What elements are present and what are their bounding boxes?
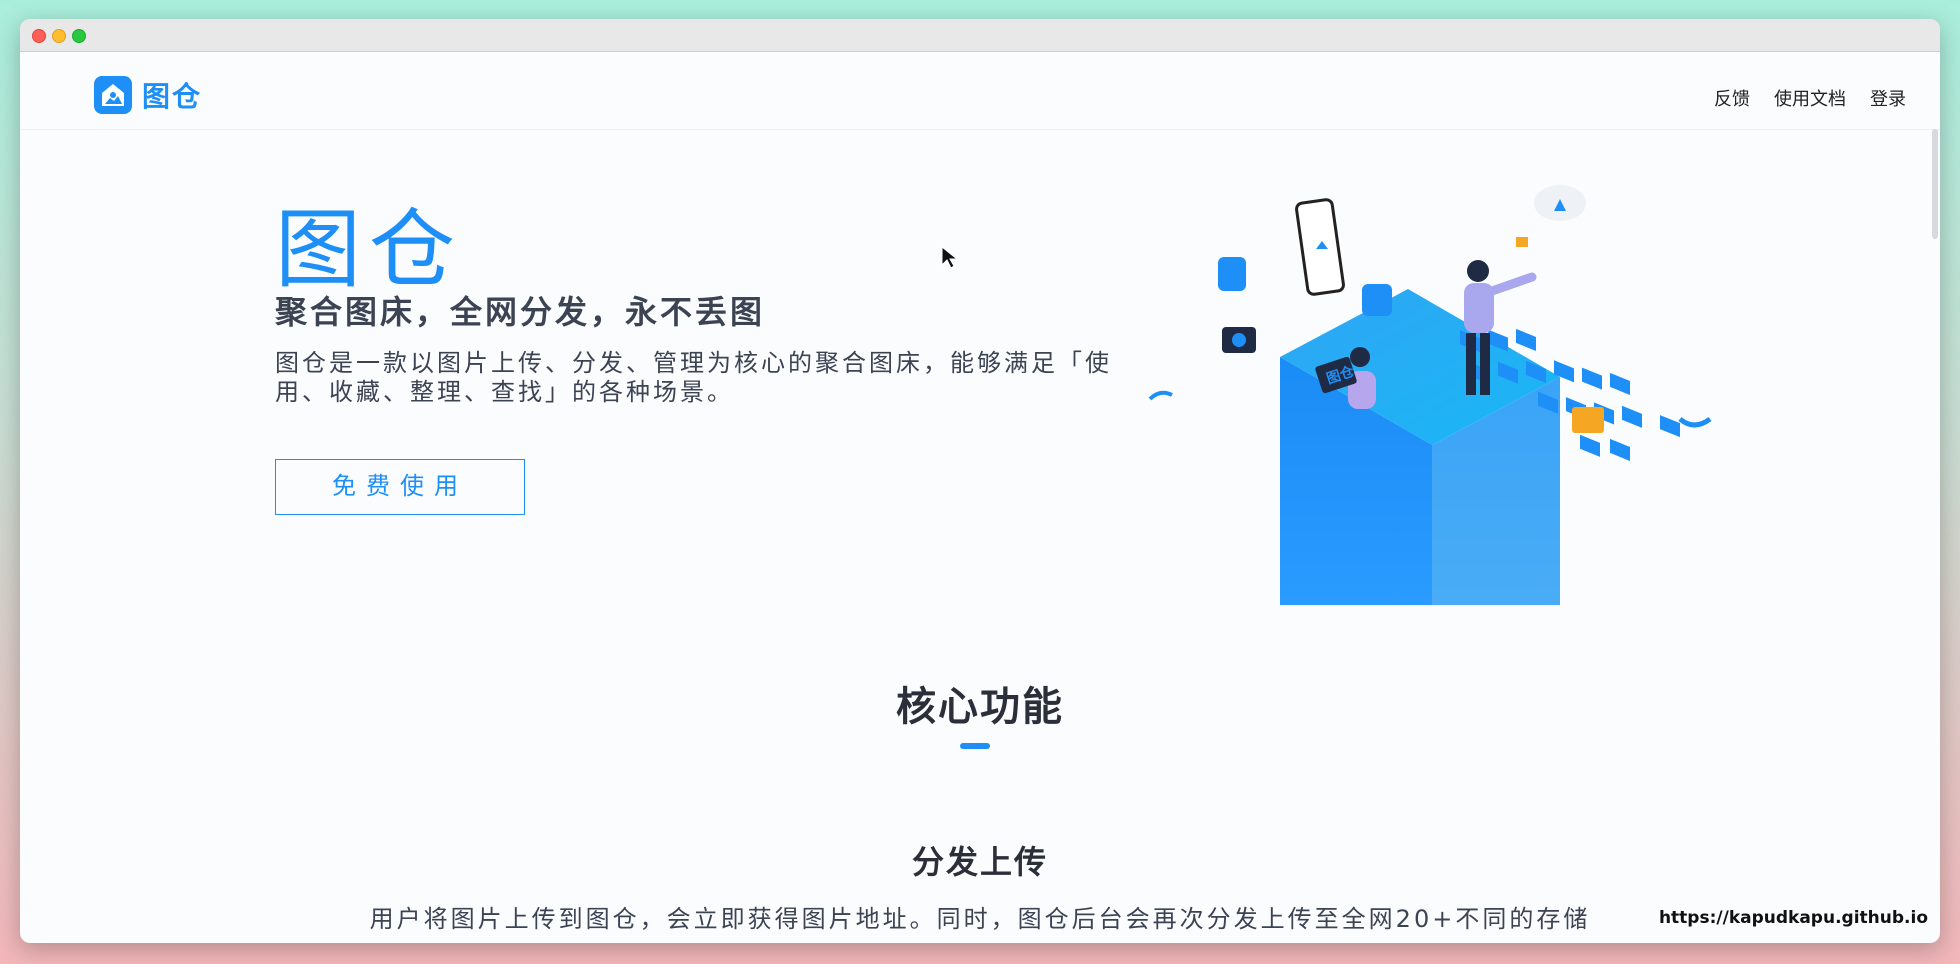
logo-text: 图仓 (142, 80, 203, 113)
free-use-button[interactable]: 免费使用 (275, 459, 525, 515)
minimize-window-button[interactable] (52, 29, 66, 43)
watermark-url: https://kapudkapu.github.io (1658, 908, 1928, 928)
nav-login-link[interactable]: 登录 (1870, 85, 1906, 111)
page-scrollbar[interactable] (1932, 129, 1938, 239)
users-bubble-icon (1362, 284, 1392, 316)
hero-illustration: 图仓 (1148, 185, 1712, 605)
nav-links: 反馈 使用文档 登录 (1714, 85, 1906, 111)
phone-icon (1295, 198, 1345, 296)
site-logo[interactable]: 图仓 (94, 75, 202, 115)
folder-small-icon (1516, 237, 1528, 247)
refresh-arrow-icon (1148, 390, 1173, 401)
core-features-title: 核心功能 (896, 684, 1064, 730)
maximize-window-button[interactable] (72, 29, 86, 43)
window-titlebar (20, 19, 1940, 52)
nav-feedback-link[interactable]: 反馈 (1714, 85, 1750, 111)
browser-window: 图仓 反馈 使用文档 登录 图仓 聚合图床，全网分发，永不丢图 图仓是一款以图片… (20, 19, 1940, 943)
feature-title: 分发上传 (911, 843, 1048, 881)
refresh-arrow-icon (1678, 416, 1712, 428)
feature-description: 用户将图片上传到图仓，会立即获得图片地址。同时，图仓后台会再次分发上传至全网20… (369, 905, 1591, 933)
top-navbar: 图仓 反馈 使用文档 登录 (20, 53, 1940, 130)
section-title-underline (960, 743, 990, 749)
arrow-cursor-icon (941, 246, 959, 269)
cloud-upload-icon (1534, 185, 1586, 221)
close-window-button[interactable] (32, 29, 46, 43)
hero-subtitle: 聚合图床，全网分发，永不丢图 (275, 293, 766, 331)
share-bubble-icon (1218, 257, 1246, 291)
nav-docs-link[interactable]: 使用文档 (1774, 85, 1846, 111)
hero-title: 图仓 (275, 200, 463, 300)
folder-icon (1572, 407, 1604, 433)
hero-description: 图仓是一款以图片上传、分发、管理为核心的聚合图床，能够满足「使用、收藏、整理、查… (275, 349, 1112, 406)
home-photo-icon (94, 76, 132, 114)
